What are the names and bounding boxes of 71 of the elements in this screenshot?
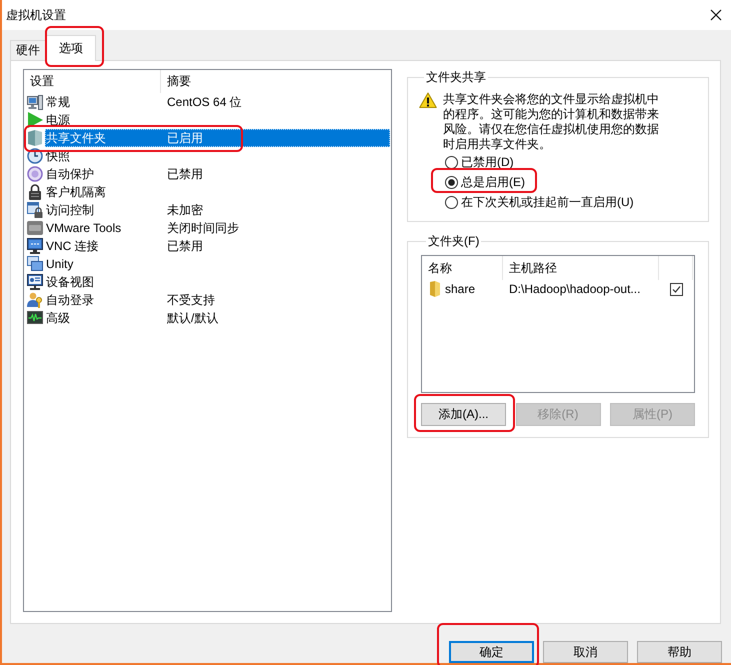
- settings-row[interactable]: VNC 连接 已禁用: [45, 237, 390, 255]
- warning-icon: [419, 92, 437, 109]
- monitor-icon: [27, 238, 43, 254]
- column-header[interactable]: 名称: [422, 256, 503, 280]
- setting-name: 客户机隔离: [45, 184, 107, 200]
- tile-icon: [27, 220, 43, 236]
- lock-icon: [27, 184, 43, 200]
- setting-name: 共享文件夹: [45, 130, 107, 146]
- folder-icon: [27, 130, 43, 146]
- setting-name: Unity: [45, 257, 74, 271]
- window-title: 虚拟机设置: [6, 6, 66, 24]
- checkbox[interactable]: [670, 282, 682, 296]
- setting-name: 电源: [45, 112, 71, 128]
- setting-summary: 未加密: [166, 202, 203, 218]
- settings-row[interactable]: 电源: [45, 111, 390, 129]
- radio-option[interactable]: 已禁用(D): [445, 152, 514, 172]
- column-header[interactable]: 摘要: [161, 70, 391, 93]
- setting-name: 设备视图: [45, 274, 95, 290]
- window-lock-icon: [27, 202, 43, 218]
- setting-name: VMware Tools: [45, 221, 122, 235]
- settings-row[interactable]: 高级 默认/默认: [45, 309, 390, 327]
- settings-row[interactable]: Unity: [45, 255, 390, 273]
- setting-summary: 默认/默认: [166, 310, 218, 326]
- dialog-button[interactable]: 帮助: [637, 641, 722, 663]
- radio-button[interactable]: [445, 156, 458, 168]
- user-key-icon: [27, 292, 43, 308]
- settings-row[interactable]: 访问控制 未加密: [45, 201, 390, 219]
- setting-summary: 已启用: [166, 130, 203, 146]
- radio-button[interactable]: [445, 196, 458, 208]
- settings-row[interactable]: 自动保护 已禁用: [45, 165, 390, 183]
- setting-summary: CentOS 64 位: [166, 94, 242, 110]
- windows-icon: [27, 256, 43, 272]
- setting-name: 自动保护: [45, 166, 95, 182]
- settings-row[interactable]: 常规 CentOS 64 位: [45, 93, 390, 111]
- settings-row[interactable]: 客户机隔离: [45, 183, 390, 201]
- settings-row[interactable]: 设备视图: [45, 273, 390, 291]
- setting-name: 高级: [45, 310, 71, 326]
- radio-button[interactable]: [445, 176, 458, 188]
- action-button[interactable]: 添加(A)...: [421, 403, 506, 426]
- setting-summary: 已禁用: [166, 166, 203, 182]
- group-title: 文件夹(F): [427, 233, 480, 250]
- close-icon: [710, 9, 722, 21]
- monitor-icon: [27, 274, 43, 290]
- dialog-button[interactable]: 取消: [543, 641, 628, 663]
- column-header[interactable]: 主机路径: [503, 256, 659, 280]
- tab[interactable]: 硬件: [10, 40, 46, 60]
- settings-row[interactable]: 共享文件夹 已启用: [45, 129, 390, 147]
- disc-icon: [27, 166, 43, 182]
- setting-name: VNC 连接: [45, 238, 100, 254]
- computer-icon: [27, 94, 43, 110]
- group-title: 文件夹共享: [425, 69, 487, 86]
- setting-summary: 不受支持: [166, 292, 215, 308]
- folder-path: D:\Hadoop\hadoop-out...: [508, 282, 642, 296]
- setting-summary: 关闭时间同步: [166, 220, 239, 236]
- radio-option[interactable]: 总是启用(E): [445, 172, 525, 192]
- settings-row[interactable]: 自动登录 不受支持: [45, 291, 390, 309]
- setting-name: 访问控制: [45, 202, 95, 218]
- warning-text: 共享文件夹会将您的文件显示给虚拟机中的程序。这可能为您的计算机和数据带来风险。请仅在您信任虚拟机使用您的数据时启用共享文件夹。: [443, 92, 660, 152]
- clock-icon: [27, 148, 43, 164]
- radio-option[interactable]: 在下次关机或挂起前一直启用(U): [445, 192, 634, 212]
- setting-summary: 已禁用: [166, 238, 203, 254]
- play-icon: [27, 112, 43, 128]
- folder-name: share: [445, 282, 476, 296]
- settings-row[interactable]: VMware Tools 关闭时间同步: [45, 219, 390, 237]
- column-header[interactable]: 设置: [24, 70, 161, 93]
- folder-icon: [429, 281, 441, 297]
- setting-name: 自动登录: [45, 292, 95, 308]
- setting-name: 常规: [45, 94, 71, 110]
- pulse-monitor-icon: [27, 310, 43, 326]
- tab[interactable]: 选项: [46, 35, 96, 61]
- dialog-button[interactable]: 确定: [449, 641, 534, 663]
